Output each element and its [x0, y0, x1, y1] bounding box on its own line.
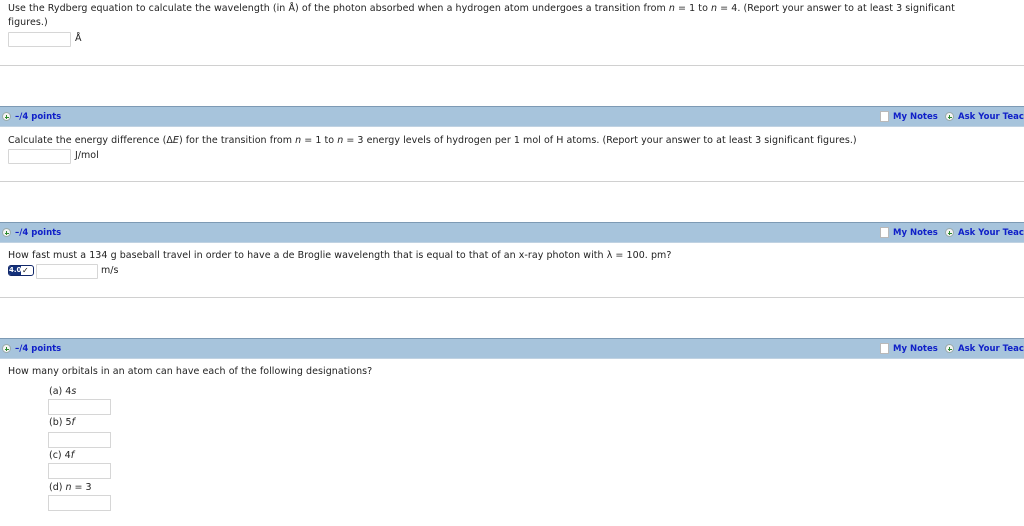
- question-2-text: Calculate the energy difference (ΔE) for…: [8, 134, 857, 148]
- question-1-text-part: = 4. (Report your answer to at least 3 s…: [717, 3, 955, 14]
- question-2-text-part: ) for the transition from: [178, 135, 296, 146]
- expand-plus-icon[interactable]: [2, 344, 11, 353]
- part-d-answer-input[interactable]: [48, 495, 111, 511]
- question-1-text-part: Use the Rydberg equation to calculate th…: [8, 3, 669, 14]
- badge-number: 4.0: [9, 266, 22, 275]
- divider: [0, 297, 1024, 298]
- question-1-text-part: = 1 to: [674, 3, 712, 14]
- ask-teacher-link[interactable]: Ask Your Teacher: [958, 344, 1024, 354]
- question-3-text: How fast must a 134 g baseball travel in…: [8, 250, 672, 261]
- part-label-italic: f: [71, 417, 75, 428]
- answer-check-badge[interactable]: 4.0 ✓: [8, 265, 34, 276]
- question-2-points: –/4 points: [15, 112, 62, 122]
- checkmark-icon: ✓: [22, 266, 29, 275]
- ask-teacher-plus-icon[interactable]: [945, 344, 954, 353]
- question-4-text: How many orbitals in an atom can have ea…: [8, 366, 373, 377]
- question-2-unit: J/mol: [75, 150, 99, 161]
- divider: [0, 65, 1024, 66]
- question-1-unit: Å: [75, 33, 82, 44]
- question-3-points: –/4 points: [15, 228, 62, 238]
- part-label-text: (c) 4: [49, 450, 71, 461]
- divider: [0, 181, 1024, 182]
- part-a-label: (a) 4s: [49, 385, 76, 399]
- question-2-answer-input[interactable]: [8, 149, 71, 164]
- part-label-text: (a) 4: [49, 386, 72, 397]
- question-2-text-part: = 1 to: [301, 135, 338, 146]
- part-a-answer-input[interactable]: [48, 399, 111, 415]
- part-d-label: (d) n = 3: [49, 481, 92, 495]
- question-2-header-bar: –/4 points My Notes Ask Your Teacher: [0, 106, 1024, 127]
- part-c-answer-input[interactable]: [48, 463, 111, 479]
- part-b-answer-input[interactable]: [48, 432, 111, 448]
- part-label-text: (b) 5: [49, 417, 72, 428]
- notes-page-icon[interactable]: [880, 111, 889, 122]
- question-3-answer-input[interactable]: [36, 264, 98, 279]
- ask-teacher-link[interactable]: Ask Your Teacher: [958, 228, 1024, 238]
- question-2-text-part: Calculate the energy difference (Δ: [8, 135, 173, 146]
- question-1-text: Use the Rydberg equation to calculate th…: [8, 2, 955, 16]
- question-1-answer-input[interactable]: [8, 32, 71, 47]
- ask-teacher-plus-icon[interactable]: [945, 228, 954, 237]
- question-3-header-bar: –/4 points My Notes Ask Your Teacher: [0, 222, 1024, 243]
- part-c-label: (c) 4f: [49, 449, 74, 463]
- ask-teacher-link[interactable]: Ask Your Teacher: [958, 112, 1024, 122]
- notes-page-icon[interactable]: [880, 227, 889, 238]
- my-notes-link[interactable]: My Notes: [893, 228, 938, 238]
- part-b-label: (b) 5f: [49, 416, 75, 430]
- part-label-italic: f: [70, 450, 75, 461]
- question-1-text-line2: figures.): [8, 17, 48, 28]
- expand-plus-icon[interactable]: [2, 112, 11, 121]
- part-label-text: = 3: [71, 482, 92, 493]
- part-label-italic: s: [71, 386, 77, 397]
- part-label-text: (d): [49, 482, 66, 493]
- question-4-points: –/4 points: [15, 344, 62, 354]
- question-2-text-part: = 3 energy levels of hydrogen per 1 mol …: [343, 135, 857, 146]
- question-3-unit: m/s: [101, 265, 119, 276]
- ask-teacher-plus-icon[interactable]: [945, 112, 954, 121]
- expand-plus-icon[interactable]: [2, 228, 11, 237]
- my-notes-link[interactable]: My Notes: [893, 344, 938, 354]
- question-4-header-bar: –/4 points My Notes Ask Your Teacher: [0, 338, 1024, 359]
- my-notes-link[interactable]: My Notes: [893, 112, 938, 122]
- notes-page-icon[interactable]: [880, 343, 889, 354]
